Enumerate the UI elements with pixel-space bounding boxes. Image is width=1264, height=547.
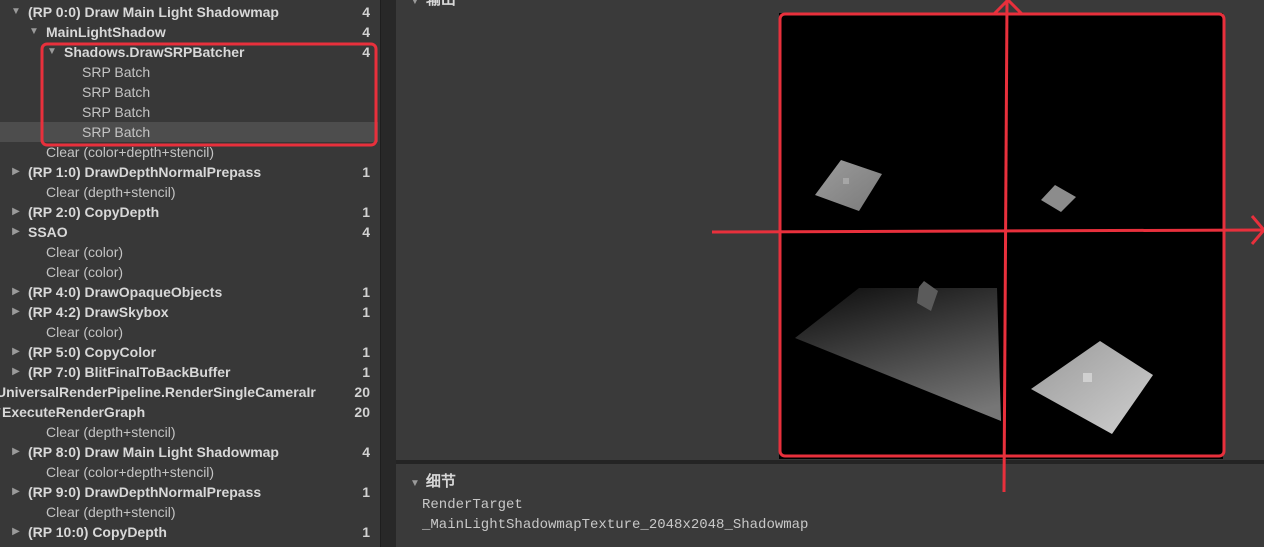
tree-item[interactable]: Clear (color) <box>0 262 378 282</box>
tree-item-count: 4 <box>362 44 370 60</box>
tree-item-label: (RP 0:0) Draw Main Light Shadowmap <box>28 4 279 20</box>
tree-item[interactable]: UniversalRenderPipeline.RenderSingleCame… <box>0 382 378 402</box>
details-title: 细节 <box>425 473 456 490</box>
tree-item[interactable]: SRP Batch <box>0 102 378 122</box>
tree-item-count: 20 <box>354 404 370 420</box>
tree-item[interactable]: Clear (color+depth+stencil) <box>0 142 378 162</box>
tree-item-label: Clear (color+depth+stencil) <box>46 144 215 160</box>
tree-item[interactable]: ▶ (RP 5:0) CopyColor 1 <box>0 342 378 362</box>
output-header[interactable]: ▼ 输出 <box>410 0 456 9</box>
tree-item-count: 1 <box>362 524 370 540</box>
tree-item-count: 4 <box>362 444 370 460</box>
detail-render-target-label: RenderTarget <box>422 497 523 513</box>
tree-item[interactable]: ▶ (RP 4:0) DrawOpaqueObjects 1 <box>0 282 378 302</box>
tree-item[interactable]: ▶ (RP 8:0) Draw Main Light Shadowmap 4 <box>0 442 378 462</box>
tree-item-label: Clear (depth+stencil) <box>46 504 176 520</box>
tree-item-label: (RP 4:2) DrawSkybox <box>28 304 169 320</box>
triangle-right-icon[interactable]: ▶ <box>10 362 22 382</box>
shadowmap-image <box>779 13 1223 459</box>
tree-item[interactable]: Clear (color) <box>0 242 378 262</box>
panel-splitter[interactable] <box>380 0 397 547</box>
shadow-cube-1 <box>843 178 849 184</box>
tree-item-count: 1 <box>362 364 370 380</box>
tree-item-count: 1 <box>362 284 370 300</box>
tree-item-label: (RP 1:0) DrawDepthNormalPrepass <box>28 164 262 180</box>
tree-item[interactable]: Clear (depth+stencil) <box>0 182 378 202</box>
tree-item-count: 4 <box>362 224 370 240</box>
details-section: ▼ 细节 RenderTarget _MainLightShadowmapText… <box>396 464 1264 547</box>
triangle-right-icon[interactable]: ▶ <box>10 202 22 222</box>
tree-item[interactable]: SRP Batch <box>0 122 378 142</box>
tree-item[interactable]: ▶ (RP 2:0) CopyDepth 1 <box>0 202 378 222</box>
tree-item[interactable]: Clear (depth+stencil) <box>0 422 378 442</box>
tree-item-label: (RP 9:0) DrawDepthNormalPrepass <box>28 484 262 500</box>
tree-item-label: (RP 7:0) BlitFinalToBackBuffer <box>28 364 231 380</box>
tree-item[interactable]: ▼ Shadows.DrawSRPBatcher 4 <box>0 42 378 62</box>
triangle-right-icon[interactable]: ▶ <box>10 342 22 362</box>
tree-item-label: Clear (depth+stencil) <box>46 424 176 440</box>
tree-item-count: 4 <box>362 4 370 20</box>
tree-item[interactable]: ▶ (RP 9:0) DrawDepthNormalPrepass 1 <box>0 482 378 502</box>
tree-item[interactable]: Clear (depth+stencil) <box>0 502 378 522</box>
triangle-right-icon[interactable]: ▶ <box>10 442 22 462</box>
tree-item[interactable]: ▼ExecuteRenderGraph20 <box>0 402 378 422</box>
tree-item[interactable]: Clear (color+depth+stencil) <box>0 462 378 482</box>
triangle-down-icon[interactable]: ▼ <box>28 22 40 42</box>
triangle-right-icon[interactable]: ▶ <box>10 482 22 502</box>
tree-item-label: Clear (color) <box>46 264 124 280</box>
tree-item[interactable]: ▶ (RP 7:0) BlitFinalToBackBuffer 1 <box>0 362 378 382</box>
detail-render-target-name: _MainLightShadowmapTexture_2048x2048_Sha… <box>422 517 809 533</box>
triangle-right-icon[interactable]: ▶ <box>10 282 22 302</box>
tree-item-label: (RP 8:0) Draw Main Light Shadowmap <box>28 444 279 460</box>
tree-item[interactable]: SRP Batch <box>0 62 378 82</box>
output-title: 输出 <box>426 0 456 8</box>
shadowmap-texture-preview <box>779 13 1223 459</box>
tree-item[interactable]: ▼ MainLightShadow 4 <box>0 22 378 42</box>
triangle-right-icon[interactable]: ▶ <box>10 302 22 322</box>
tree-item-label: Clear (color) <box>46 244 124 260</box>
tree-item-label: Clear (color+depth+stencil) <box>46 464 215 480</box>
tree-item[interactable]: ▶ (RP 4:2) DrawSkybox 1 <box>0 302 378 322</box>
triangle-right-icon[interactable]: ▶ <box>10 522 22 542</box>
tree-item-count: 4 <box>362 24 370 40</box>
tree-item-label: SRP Batch <box>82 64 151 80</box>
tree-item-count: 1 <box>362 344 370 360</box>
shadow-cube-3 <box>1083 373 1092 382</box>
tree-item-label: (RP 2:0) CopyDepth <box>28 204 160 220</box>
event-hierarchy-panel: ▼ (RP 0:0) Draw Main Light Shadowmap 4 ▼ Mai… <box>0 0 380 547</box>
tree-item-label: (RP 10:0) CopyDepth <box>28 524 167 540</box>
tree-item-label: Clear (depth+stencil) <box>46 184 176 200</box>
tree-item-label: UniversalRenderPipeline.RenderSingleCame… <box>0 384 316 400</box>
output-section: ▼ 输出 <box>396 0 1264 460</box>
tree-item-label: Clear (color) <box>46 324 124 340</box>
tree-item-label: SRP Batch <box>82 104 151 120</box>
tree-item-label: Shadows.DrawSRPBatcher <box>64 44 245 60</box>
tree-item-count: 1 <box>362 164 370 180</box>
tree-item-count: 1 <box>362 484 370 500</box>
tree-item-count: 20 <box>354 384 370 400</box>
details-header[interactable]: ▼ 细节 <box>410 470 456 491</box>
tree-item-label: SSAO <box>28 224 68 240</box>
tree-item[interactable]: ▼ (RP 0:0) Draw Main Light Shadowmap 4 <box>0 2 378 22</box>
tree-item[interactable]: Clear (color) <box>0 322 378 342</box>
tree-item-label: MainLightShadow <box>46 24 166 40</box>
tree-item-label: SRP Batch <box>82 84 151 100</box>
tree-item-count: 1 <box>362 204 370 220</box>
tree-item[interactable]: ▶ (RP 10:0) CopyDepth 1 <box>0 522 378 542</box>
tree-item[interactable]: ▶ (RP 1:0) DrawDepthNormalPrepass 1 <box>0 162 378 182</box>
triangle-down-icon[interactable]: ▼ <box>10 2 22 22</box>
triangle-down-icon: ▼ <box>410 0 420 7</box>
tree-item[interactable]: ▶ SSAO 4 <box>0 222 378 242</box>
tree-item-label: (RP 5:0) CopyColor <box>28 344 157 360</box>
triangle-down-icon: ▼ <box>410 478 420 489</box>
triangle-right-icon[interactable]: ▶ <box>10 162 22 182</box>
triangle-down-icon[interactable]: ▼ <box>46 42 58 62</box>
triangle-right-icon[interactable]: ▶ <box>10 222 22 242</box>
tree-item-label: (RP 4:0) DrawOpaqueObjects <box>28 284 223 300</box>
tree-item[interactable]: SRP Batch <box>0 82 378 102</box>
tree-item-count: 1 <box>362 304 370 320</box>
tree-item-label: ExecuteRenderGraph <box>2 404 146 420</box>
tree-item-label: SRP Batch <box>82 124 151 140</box>
